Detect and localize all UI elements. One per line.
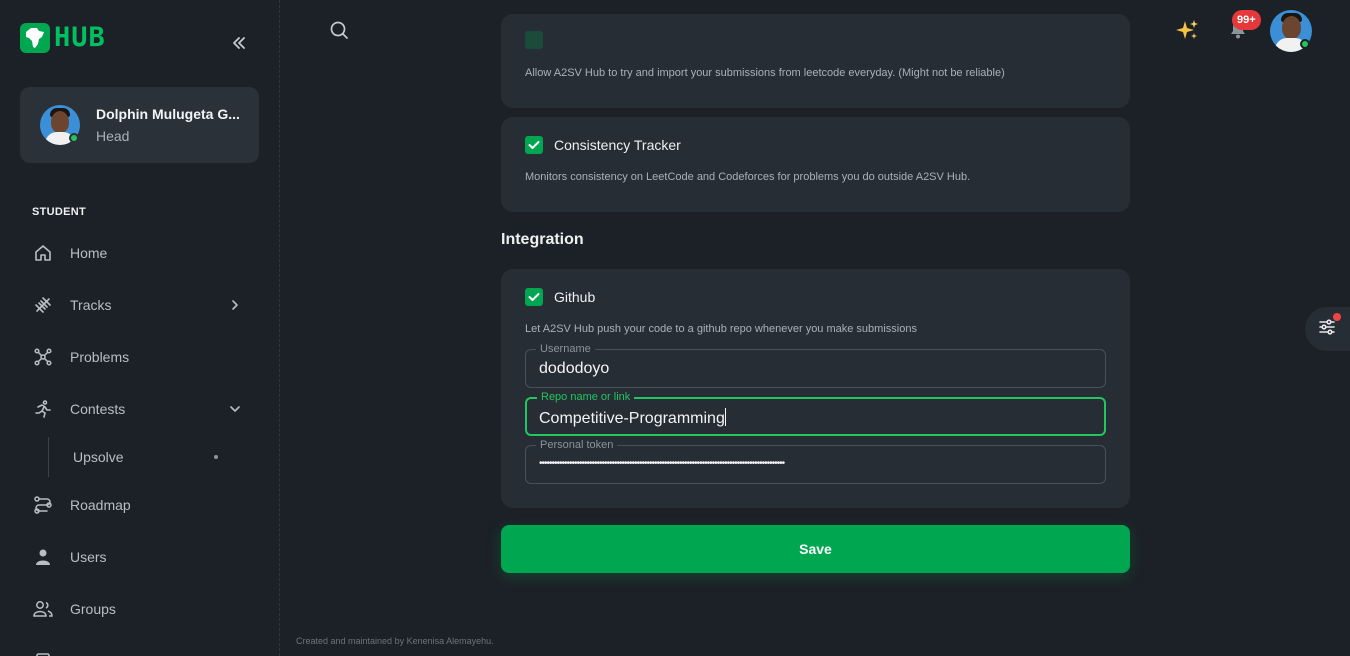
leetcode-import-checkbox[interactable] xyxy=(525,31,543,49)
footer-credit: Created and maintained by Kenenisa Alema… xyxy=(296,636,494,646)
sidebar-item-contests[interactable]: Contests xyxy=(20,387,260,431)
github-checkbox[interactable] xyxy=(525,288,543,306)
sidebar-item-tracks[interactable]: Tracks xyxy=(20,283,260,327)
settings-drawer-button[interactable] xyxy=(1305,307,1350,351)
problems-icon xyxy=(32,346,54,368)
consistency-tracker-checkbox[interactable] xyxy=(525,136,543,154)
leetcode-import-description: Allow A2SV Hub to try and import your su… xyxy=(525,67,1005,79)
sidebar-item-label: Roadmap xyxy=(70,497,131,513)
username-label: Username xyxy=(536,342,595,356)
sparkle-icon[interactable] xyxy=(1175,18,1199,42)
user-icon xyxy=(32,546,54,568)
sidebar-item-users[interactable]: Users xyxy=(20,535,260,579)
document-icon xyxy=(32,650,54,656)
sidebar-item-label: Upsolve xyxy=(73,449,124,465)
groups-icon xyxy=(32,598,54,620)
sidebar-item-problems[interactable]: Problems xyxy=(20,335,260,379)
personal-token-field[interactable]: Personal token •••••••••••••••••••••••••… xyxy=(525,438,1106,484)
text-caret xyxy=(724,408,726,426)
notification-badge: 99+ xyxy=(1232,10,1261,30)
sidebar-item-label: Tracks xyxy=(70,297,112,313)
consistency-tracker-description: Monitors consistency on LeetCode and Cod… xyxy=(525,171,971,183)
github-description: Let A2SV Hub push your code to a github … xyxy=(525,323,917,335)
leetcode-import-card: Allow A2SV Hub to try and import your su… xyxy=(501,14,1130,108)
sidebar-item-label: Problems xyxy=(70,349,130,365)
consistency-tracker-label: Consistency Tracker xyxy=(554,137,681,153)
online-status-dot xyxy=(1300,39,1310,49)
user-card[interactable]: Dolphin Mulugeta G... Head xyxy=(20,87,259,163)
sidebar-item-roadmap[interactable]: Roadmap xyxy=(20,483,260,527)
sidebar-item-more[interactable] xyxy=(20,639,260,656)
sidebar: HUB Dolphin Mulugeta G... Head STUDENT H… xyxy=(0,0,280,656)
sidebar-section-label: STUDENT xyxy=(32,206,87,218)
sidebar-item-label: Groups xyxy=(70,601,116,617)
repo-field[interactable]: Repo name or link Competitive-Programmin… xyxy=(525,390,1106,436)
personal-token-value: ••••••••••••••••••••••••••••••••••••••••… xyxy=(539,458,785,469)
consistency-tracker-card: Consistency Tracker Monitors consistency… xyxy=(501,117,1130,212)
repo-label: Repo name or link xyxy=(537,390,635,404)
submenu-dot xyxy=(214,455,218,459)
sidebar-item-home[interactable]: Home xyxy=(20,231,260,275)
chevron-right-icon xyxy=(226,296,244,314)
brand-name: HUB xyxy=(54,22,106,53)
personal-token-label: Personal token xyxy=(536,438,618,452)
user-name: Dolphin Mulugeta G... xyxy=(96,106,240,122)
integration-title: Integration xyxy=(501,231,584,248)
collapse-sidebar-icon[interactable] xyxy=(228,32,250,54)
africa-logo-icon xyxy=(20,22,50,53)
github-label: Github xyxy=(554,289,596,305)
github-integration-card: Github Let A2SV Hub push your code to a … xyxy=(501,269,1130,508)
drawer-indicator-dot xyxy=(1333,313,1341,321)
contests-icon xyxy=(32,398,54,420)
username-value: dododoyo xyxy=(539,360,610,377)
online-status-dot xyxy=(69,133,79,143)
repo-value-wrap: Competitive-Programming xyxy=(539,408,726,428)
sidebar-item-label: Home xyxy=(70,245,108,261)
sidebar-item-label: Contests xyxy=(70,401,126,417)
sliders-icon xyxy=(1318,318,1336,341)
sidebar-item-label: Users xyxy=(70,549,107,565)
save-button[interactable]: Save xyxy=(501,525,1130,573)
roadmap-icon xyxy=(32,494,54,516)
chevron-down-icon xyxy=(226,400,244,418)
home-icon xyxy=(32,242,54,264)
hub-logo[interactable]: HUB xyxy=(20,22,106,53)
username-field[interactable]: Username dododoyo xyxy=(525,342,1106,388)
user-role: Head xyxy=(96,128,130,144)
tracks-icon xyxy=(32,294,54,316)
sidebar-item-groups[interactable]: Groups xyxy=(20,587,260,631)
sidebar-subitem-upsolve[interactable]: Upsolve xyxy=(20,435,260,479)
repo-value: Competitive-Programming xyxy=(539,410,725,427)
search-icon[interactable] xyxy=(328,19,350,41)
